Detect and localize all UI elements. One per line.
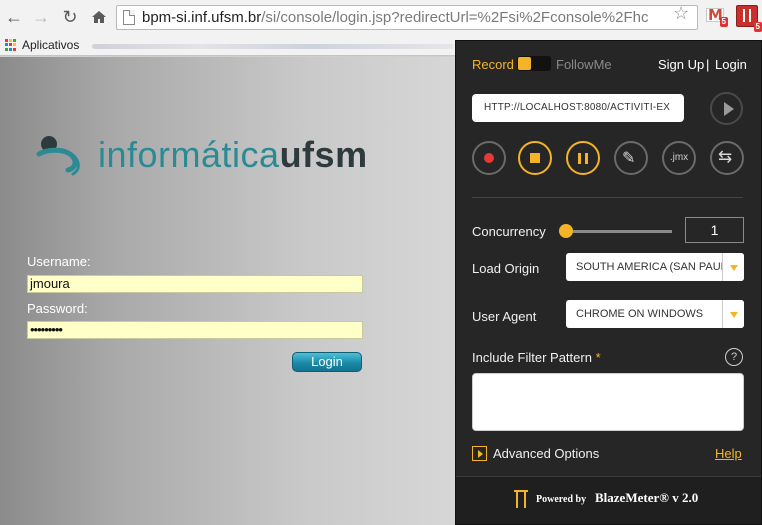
concurrency-label: Concurrency — [472, 224, 546, 239]
blazemeter-logo-icon — [514, 490, 528, 508]
help-question-icon[interactable]: ? — [725, 348, 743, 366]
username-input[interactable]: jmoura — [27, 275, 363, 293]
repeat-icon[interactable]: ⇆ — [710, 141, 744, 175]
load-origin-select[interactable]: SOUTH AMERICA (SAN PAULO) — [566, 253, 744, 281]
password-label: Password: — [27, 301, 88, 316]
chevron-down-icon — [722, 300, 744, 328]
reload-icon[interactable]: ↻ — [59, 6, 81, 28]
logo-word-informatica: informática — [98, 134, 280, 175]
concurrency-slider-handle[interactable] — [559, 224, 573, 238]
login-link[interactable]: Login — [715, 57, 747, 72]
blurred-bookmarks — [92, 44, 454, 49]
edit-icon[interactable]: ✎ — [614, 141, 648, 175]
filter-pattern-input[interactable] — [472, 373, 744, 431]
sign-up-link[interactable]: Sign Up — [658, 57, 704, 72]
url-text: bpm-si.inf.ufsm.br/si/console/login.jsp?… — [142, 9, 649, 26]
record-icon[interactable] — [472, 141, 506, 175]
record-mode-label: Record — [472, 57, 514, 72]
blazemeter-badge: 5 — [753, 22, 762, 32]
address-bar[interactable]: bpm-si.inf.ufsm.br/si/console/login.jsp?… — [116, 5, 698, 30]
stop-icon[interactable] — [518, 141, 552, 175]
informatica-ufsm-logo: informáticaufsm — [36, 134, 436, 184]
gmail-extension-icon[interactable]: M 5 — [706, 6, 728, 27]
concurrency-input[interactable]: 1 — [685, 217, 744, 243]
user-agent-label: User Agent — [472, 309, 537, 324]
link-separator: | — [706, 57, 710, 72]
section-divider — [472, 197, 743, 198]
load-origin-label: Load Origin — [472, 261, 540, 276]
login-button[interactable]: Login — [292, 352, 362, 372]
back-icon[interactable]: ← — [3, 6, 25, 28]
play-icon[interactable] — [710, 92, 743, 125]
forward-icon[interactable]: → — [30, 6, 52, 28]
page-icon — [123, 10, 135, 25]
advanced-options-toggle[interactable]: Advanced Options — [493, 446, 599, 461]
powered-by-text: Powered by — [536, 494, 587, 505]
user-agent-select[interactable]: CHROME ON WINDOWS — [566, 300, 744, 328]
concurrency-slider-track[interactable] — [566, 230, 672, 233]
blazemeter-footer: Powered by BlazeMeter® v 2.0 — [456, 476, 761, 524]
apps-icon[interactable] — [5, 39, 17, 51]
apps-bookmark[interactable]: Aplicativos — [22, 38, 79, 52]
help-link[interactable]: Help — [715, 446, 742, 461]
start-url-input[interactable]: HTTP://LOCALHOST:8080/ACTIVITI-EX — [472, 94, 684, 122]
blazemeter-extension-icon[interactable]: 5 — [736, 5, 762, 32]
jmx-icon[interactable]: .jmx — [662, 141, 696, 175]
chevron-down-icon — [722, 253, 744, 281]
logo-mark-icon — [36, 136, 80, 176]
password-input[interactable]: ••••••••• — [27, 321, 363, 339]
followme-mode-label: FollowMe — [556, 57, 612, 72]
username-label: Username: — [27, 254, 91, 269]
blazemeter-brand: BlazeMeter® v 2.0 — [595, 490, 699, 505]
home-icon[interactable] — [88, 6, 110, 28]
gmail-badge: 5 — [719, 17, 728, 27]
star-icon[interactable]: ☆ — [673, 4, 689, 22]
filter-pattern-label: Include Filter Pattern * — [472, 350, 601, 365]
record-followme-toggle[interactable] — [517, 56, 551, 71]
browser-toolbar: ← → ↻ bpm-si.inf.ufsm.br/si/console/logi… — [0, 0, 762, 34]
expand-play-icon[interactable] — [472, 446, 487, 461]
blazemeter-popup: Record FollowMe Sign Up | Login HTTP://L… — [455, 40, 762, 525]
pause-icon[interactable] — [566, 141, 600, 175]
logo-word-ufsm: ufsm — [279, 134, 368, 175]
